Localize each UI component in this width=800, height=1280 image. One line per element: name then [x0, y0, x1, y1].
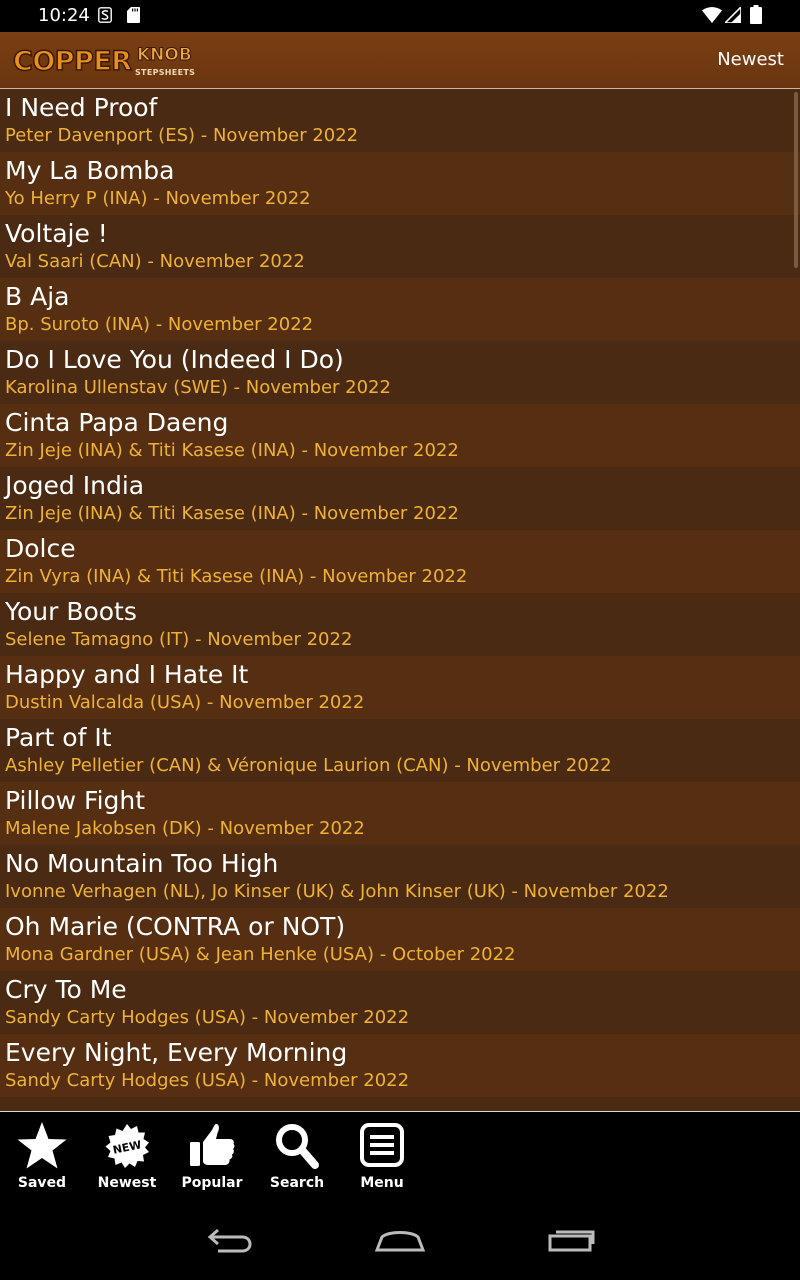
screen: 10:24 COPPER KNOB STEPSHEETS Newest I Ne… [0, 0, 800, 1280]
item-subtitle: Sandy Carty Hodges (USA) - November 2022 [5, 1070, 410, 1091]
list-item[interactable]: I Need Proof Peter Davenport (ES) - Nove… [0, 89, 800, 152]
star-icon [17, 1122, 67, 1169]
item-subtitle: Zin Vyra (INA) & Titi Kasese (INA) - Nov… [5, 566, 468, 587]
item-subtitle: Ivonne Verhagen (NL), Jo Kinser (UK) & J… [5, 881, 669, 902]
tab-menu[interactable]: Menu [340, 1120, 424, 1194]
item-subtitle: Sandy Carty Hodges (USA) - November 2022 [5, 1007, 410, 1028]
thumbs-up-icon [190, 1123, 235, 1166]
item-title: B Aja [5, 282, 70, 311]
svg-text:STEPSHEETS: STEPSHEETS [135, 68, 195, 77]
tab-label: Popular [181, 1175, 243, 1191]
item-title: Every Night, Every Morning [5, 1038, 348, 1067]
item-title: Part of It [5, 723, 112, 752]
app-bar: COPPER KNOB STEPSHEETS Newest [0, 32, 800, 89]
tab-popular[interactable]: Popular [170, 1120, 254, 1194]
item-subtitle: Zin Jeje (INA) & Titi Kasese (INA) - Nov… [5, 503, 459, 524]
item-subtitle: Mona Gardner (USA) & Jean Henke (USA) - … [5, 944, 516, 965]
item-title: Cry To Me [5, 975, 127, 1004]
menu-icon [360, 1123, 404, 1167]
item-title: No Mountain Too High [5, 849, 279, 878]
item-subtitle: Val Saari (CAN) - November 2022 [5, 251, 305, 272]
list-item[interactable]: Your Boots Selene Tamagno (IT) - Novembe… [0, 593, 800, 656]
tab-label: Search [269, 1175, 325, 1191]
tab-label: Menu [360, 1175, 404, 1191]
list-item[interactable]: Oh Marie (CONTRA or NOT) Mona Gardner (U… [0, 908, 800, 971]
svg-text:KNOB: KNOB [137, 45, 192, 65]
list-item[interactable]: Part of It Ashley Pelletier (CAN) & Véro… [0, 719, 800, 782]
new-badge-icon: NEW [105, 1124, 149, 1168]
item-title: Dolce [5, 534, 76, 563]
status-bar: 10:24 [0, 0, 800, 32]
battery-icon [750, 5, 762, 24]
item-subtitle: Bp. Suroto (INA) - November 2022 [5, 314, 314, 335]
list-item[interactable]: Happy and I Hate It Dustin Valcalda (USA… [0, 656, 800, 719]
list-item[interactable]: Every Night, Every Morning Sandy Carty H… [0, 1034, 800, 1097]
item-subtitle: Malene Jakobsen (DK) - November 2022 [5, 818, 365, 839]
sort-newest-button[interactable]: Newest [717, 47, 784, 73]
item-title: I Need Proof [5, 93, 158, 122]
home-icon[interactable] [374, 1225, 426, 1255]
list-item[interactable]: No Mountain Too High Ivonne Verhagen (NL… [0, 845, 800, 908]
item-title: My La Bomba [5, 156, 175, 185]
list-item[interactable]: Joged India Zin Jeje (INA) & Titi Kasese… [0, 467, 800, 530]
list-item-partial[interactable] [0, 1097, 800, 1111]
item-subtitle: Selene Tamagno (IT) - November 2022 [5, 629, 353, 650]
wifi-icon [702, 7, 722, 23]
stepsheet-list[interactable]: I Need Proof Peter Davenport (ES) - Nove… [0, 89, 800, 1111]
list-item[interactable]: Cinta Papa Daeng Zin Jeje (INA) & Titi K… [0, 404, 800, 467]
tab-newest[interactable]: NEW Newest [85, 1120, 169, 1194]
copperknob-logo[interactable]: COPPER KNOB STEPSHEETS [12, 42, 202, 78]
sync-s-icon [98, 7, 112, 23]
list-item[interactable]: My La Bomba Yo Herry P (INA) - November … [0, 152, 800, 215]
recent-apps-icon[interactable] [546, 1225, 596, 1255]
item-title: Do I Love You (Indeed I Do) [5, 345, 344, 374]
sd-card-icon [127, 7, 140, 23]
list-item[interactable]: B Aja Bp. Suroto (INA) - November 2022 [0, 278, 800, 341]
item-title: Happy and I Hate It [5, 660, 249, 689]
tab-search[interactable]: Search [255, 1120, 339, 1194]
item-title: Cinta Papa Daeng [5, 408, 229, 437]
list-scrollbar[interactable] [794, 92, 798, 268]
tab-saved[interactable]: Saved [0, 1120, 84, 1194]
svg-text:COPPER: COPPER [13, 46, 132, 77]
list-item[interactable]: Voltaje ! Val Saari (CAN) - November 202… [0, 215, 800, 278]
back-icon[interactable] [206, 1225, 254, 1255]
item-subtitle: Zin Jeje (INA) & Titi Kasese (INA) - Nov… [5, 440, 459, 461]
system-nav-bar [0, 1201, 800, 1280]
search-icon [276, 1124, 319, 1169]
list-item[interactable]: Dolce Zin Vyra (INA) & Titi Kasese (INA)… [0, 530, 800, 593]
status-time: 10:24 [38, 5, 90, 26]
list-item[interactable]: Pillow Fight Malene Jakobsen (DK) - Nove… [0, 782, 800, 845]
item-subtitle: Peter Davenport (ES) - November 2022 [5, 125, 359, 146]
bottom-tab-bar: Saved NEW Newest Popular Search Menu [0, 1111, 800, 1201]
item-subtitle: Yo Herry P (INA) - November 2022 [5, 188, 311, 209]
list-item[interactable]: Cry To Me Sandy Carty Hodges (USA) - Nov… [0, 971, 800, 1034]
item-title: Joged India [5, 471, 145, 500]
item-title: Oh Marie (CONTRA or NOT) [5, 912, 346, 941]
tab-label: Saved [17, 1175, 67, 1191]
item-title: Pillow Fight [5, 786, 146, 815]
item-title: Your Boots [5, 597, 137, 626]
item-subtitle: Karolina Ullenstav (SWE) - November 2022 [5, 377, 391, 398]
list-item[interactable]: Do I Love You (Indeed I Do) Karolina Ull… [0, 341, 800, 404]
tab-label: Newest [97, 1175, 157, 1191]
item-subtitle: Dustin Valcalda (USA) - November 2022 [5, 692, 365, 713]
cell-signal-icon [725, 7, 741, 23]
item-subtitle: Ashley Pelletier (CAN) & Véronique Lauri… [5, 755, 612, 776]
item-title: Voltaje ! [5, 219, 108, 248]
